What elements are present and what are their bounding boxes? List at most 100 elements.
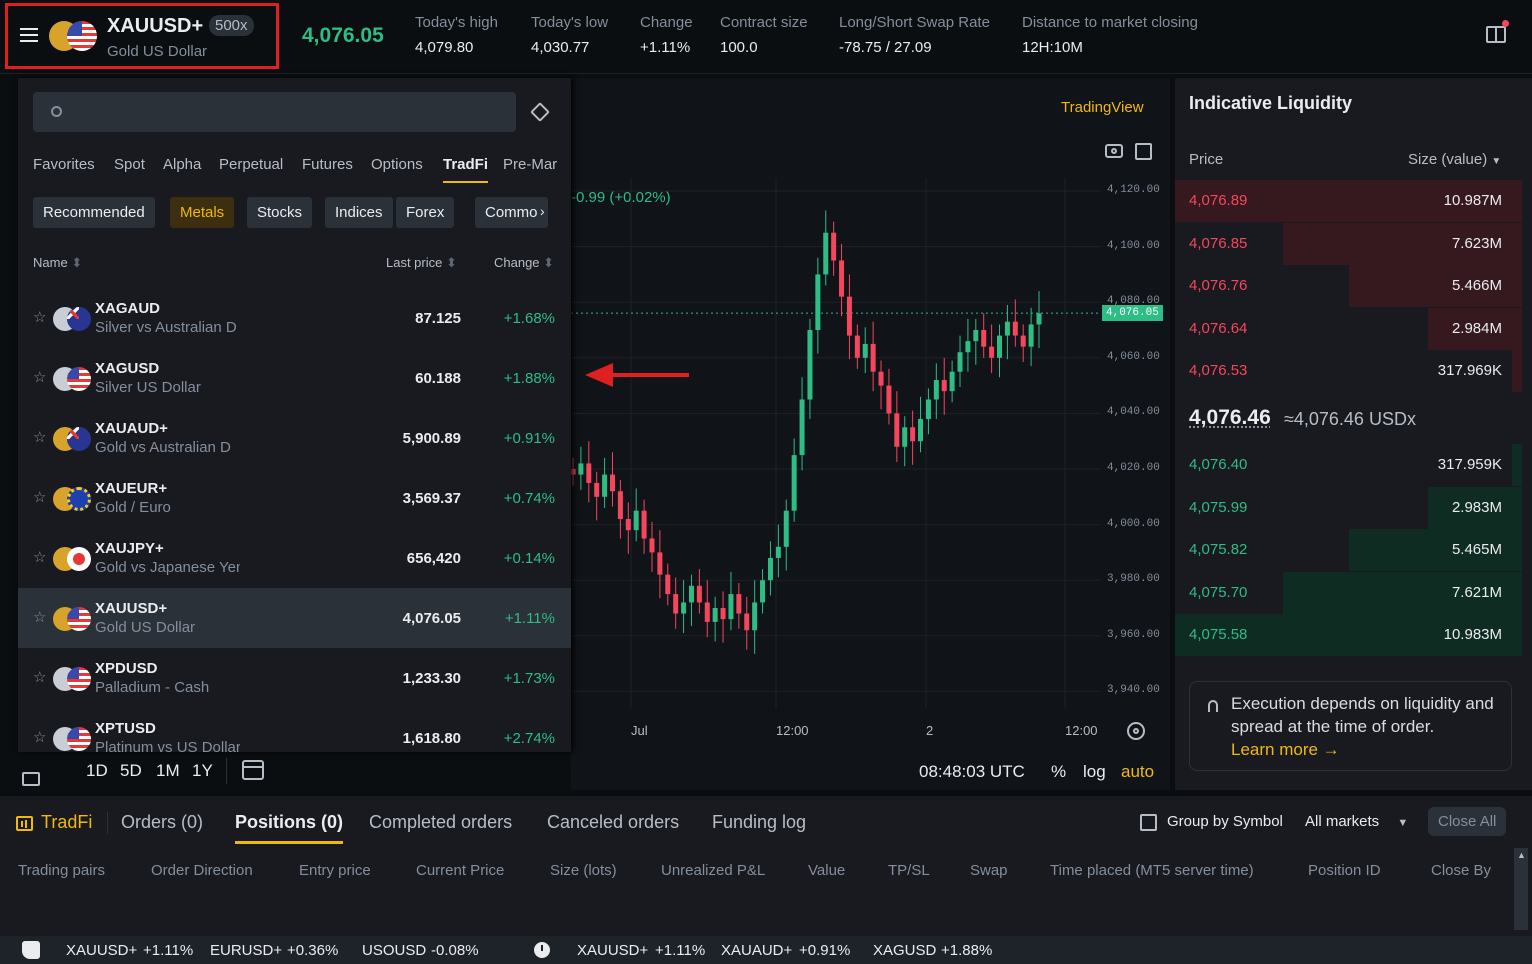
symbol-row[interactable]: ☆ XAUUSD+ Gold US Dollar 4,076.05 +1.11% [18,588,571,648]
star-icon[interactable]: ☆ [33,308,46,326]
tab-completed-orders[interactable]: Completed orders [369,812,512,833]
candle-body [1012,321,1018,336]
positions-column: Value [808,862,846,879]
menu-icon[interactable] [20,28,38,42]
tab-funding-log[interactable]: Funding log [712,812,806,833]
tab-spot[interactable]: Spot [114,156,145,173]
chart-settings-icon[interactable] [1127,722,1145,740]
tab-orders[interactable]: Orders (0) [121,812,203,833]
star-icon[interactable]: ☆ [33,548,46,566]
candle-body [783,510,789,547]
candle-body [712,608,718,622]
symbol-row[interactable]: ☆ XAGUSD Silver US Dollar 60.188 +1.88% [18,348,571,408]
ticker-symbol[interactable]: XAUUSD+ [66,942,137,959]
tab-tradfi[interactable]: TradFi [443,156,489,183]
ask-level[interactable]: 4,076.53 317.969K [1175,350,1522,392]
bid-level[interactable]: 4,075.82 5.465M [1175,529,1522,571]
candle-body [870,343,876,372]
close-all-button[interactable]: Close All [1428,807,1507,836]
search-input[interactable] [73,100,503,124]
log-toggle[interactable]: log [1083,762,1106,782]
star-icon[interactable]: ☆ [33,728,46,746]
bid-level[interactable]: 4,075.99 2.983M [1175,486,1522,529]
mid-price: 4,076.46 [1189,406,1271,429]
range-5d[interactable]: 5D [120,761,142,781]
tab-positions[interactable]: Positions (0) [235,812,344,844]
price-chart[interactable]: TradingView -0.99 (+0.02%) 4,120.00 4,100… [571,78,1170,790]
bell-icon [1208,700,1218,712]
pin-icon[interactable] [530,102,550,122]
thumbs-up-icon[interactable] [22,941,40,959]
all-markets-dropdown[interactable]: All markets ▼ [1305,813,1408,830]
chip-commo[interactable]: Commo [475,197,548,228]
level-price: 4,075.70 [1189,583,1248,601]
candle-body [775,546,781,558]
header-stat: Change +1.11% [640,14,693,56]
star-icon[interactable]: ☆ [33,668,46,686]
symbol-row[interactable]: ☆ XPDUSD Palladium - Cash 1,233.30 +1.73% [18,648,571,708]
ticker-change: +0.36% [287,942,339,959]
tab-canceled-orders[interactable]: Canceled orders [547,812,679,833]
chip-recommended[interactable]: Recommended [33,197,155,228]
ticker-symbol[interactable]: EURUSD+ [210,942,282,959]
column-change[interactable]: Change ⬍ [494,255,554,271]
star-icon[interactable]: ☆ [33,488,46,506]
ob-col-size-label: Size (value) [1408,151,1488,168]
y-tick-label: 4,040.00 [1107,406,1160,419]
level-price: 4,075.58 [1189,626,1248,643]
symbol-row[interactable]: ☆ XAUAUD+ Gold vs Australian D 5,900.89 +0.9… [18,408,571,468]
caret-down-icon: ▼ [1397,817,1409,829]
tab-options[interactable]: Options [371,156,423,173]
symbol-name[interactable]: XAUUSD+ [107,15,203,38]
learn-more-link[interactable]: Learn more → [1231,740,1340,760]
tab-pre-mark[interactable]: Pre-Mark [503,156,565,173]
y-tick-label: 4,000.00 [1107,517,1160,530]
search-box[interactable] [33,92,516,132]
ticker-symbol[interactable]: XAUAUD+ [721,942,792,959]
tab-perpetual[interactable]: Perpetual [219,156,283,173]
ask-level[interactable]: 4,076.64 2.984M [1175,307,1522,350]
tab-favorites[interactable]: Favorites [33,156,95,173]
candle-body [941,380,947,392]
book-icon[interactable] [1486,20,1509,43]
star-icon[interactable]: ☆ [33,428,46,446]
symbol-row[interactable]: ☆ XPTUSD Platinum vs US Dollar 1,618.80 +2.7… [18,708,571,752]
tab-futures[interactable]: Futures [302,156,353,173]
percent-toggle[interactable]: % [1051,762,1066,782]
bid-level[interactable]: 4,076.40 317.959K [1175,444,1522,486]
ob-col-size[interactable]: Size (value) ▼ [1408,151,1501,168]
chip-metals[interactable]: Metals [170,197,235,228]
range-1m[interactable]: 1M [156,761,180,781]
chip-stocks[interactable]: Stocks [247,197,313,228]
tab-alpha[interactable]: Alpha [163,156,201,173]
row-last-price: 4,076.05 [402,610,461,627]
ticker-symbol[interactable]: XAGUSD [873,942,936,959]
column-last-price[interactable]: Last price ⬍ [386,255,457,271]
ticker-symbol[interactable]: XAUUSD+ [577,942,648,959]
symbol-row[interactable]: ☆ XAGAUD Silver vs Australian D 87.125 +1.68… [18,288,571,348]
auto-toggle[interactable]: auto [1121,762,1154,782]
header-scrollbar[interactable]: ▲ [1514,848,1528,930]
chevron-right-icon[interactable]: › [540,203,545,219]
star-icon[interactable]: ☆ [33,608,46,626]
group-by-checkbox[interactable] [1140,814,1157,831]
chip-forex[interactable]: Forex [396,197,455,228]
bid-level[interactable]: 4,075.70 7.621M [1175,571,1522,614]
calendar-icon[interactable] [242,760,264,780]
ask-level[interactable]: 4,076.76 5.466M [1175,265,1522,307]
candle-body [807,330,813,400]
ask-level[interactable]: 4,076.85 7.623M [1175,222,1522,265]
candle-body [957,352,963,372]
bid-level[interactable]: 4,075.58 10.983M [1175,614,1522,656]
ask-level[interactable]: 4,076.89 10.987M [1175,180,1522,222]
ticker-symbol[interactable]: USOUSD [362,942,426,959]
range-1y[interactable]: 1Y [192,761,213,781]
column-name[interactable]: Name ⬍ [33,255,82,271]
candle-body [594,482,600,497]
lock-icon[interactable] [22,772,40,786]
chip-indices[interactable]: Indices [325,197,393,228]
symbol-row[interactable]: ☆ XAUEUR+ Gold / Euro 3,569.37 +0.74% [18,468,571,528]
range-1d[interactable]: 1D [86,761,108,781]
star-icon[interactable]: ☆ [33,368,46,386]
symbol-row[interactable]: ☆ XAUJPY+ Gold vs Japanese Yen 656,420 +0.14… [18,528,571,588]
